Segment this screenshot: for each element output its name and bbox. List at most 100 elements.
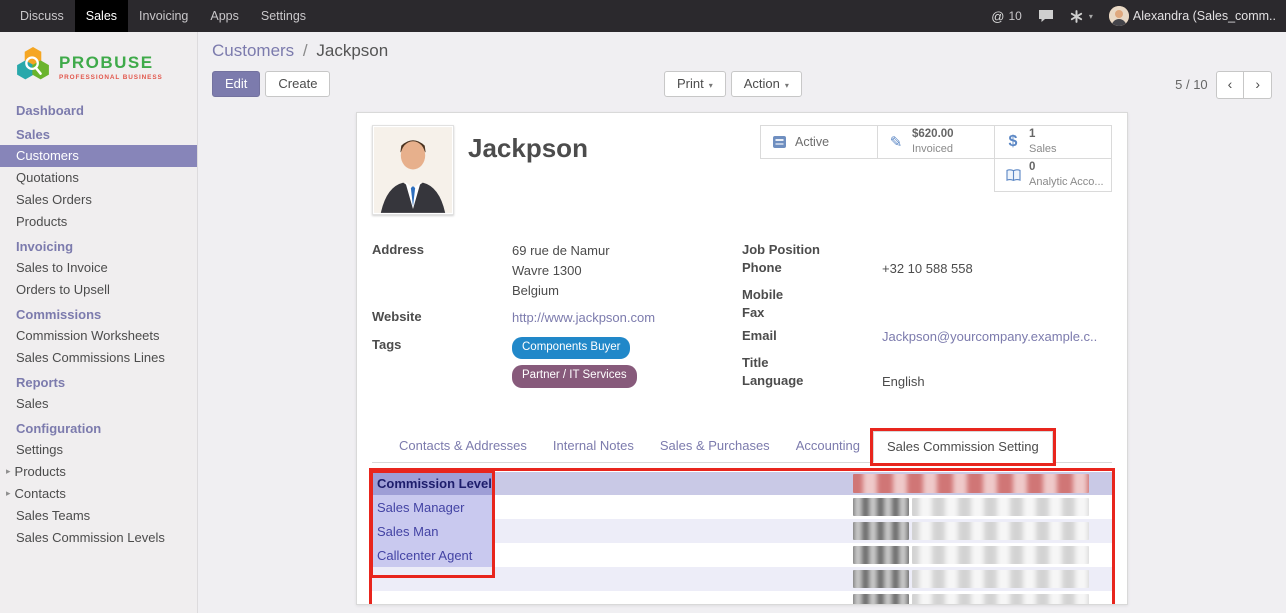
- invoiced-label: Invoiced: [912, 142, 954, 156]
- sidebar-item-sales-to-invoice[interactable]: Sales to Invoice: [0, 257, 197, 279]
- caret-down-icon: ▾: [709, 81, 713, 90]
- language-label: Language: [742, 372, 882, 392]
- chat-bubble-icon: [1038, 9, 1054, 23]
- pager-next-button[interactable]: ›: [1243, 71, 1272, 99]
- activities-button[interactable]: ▾: [1062, 0, 1101, 32]
- address-line-1: 69 rue de Namur: [512, 241, 610, 261]
- redacted-block: [853, 594, 909, 605]
- website-link[interactable]: http://www.jackpson.com: [512, 308, 655, 328]
- customer-photo[interactable]: [372, 125, 454, 215]
- invoiced-stat-button[interactable]: ✎ $620.00 Invoiced: [877, 125, 995, 159]
- pager-previous-button[interactable]: ‹: [1216, 71, 1245, 99]
- invoiced-pencil-icon: ✎: [887, 133, 905, 151]
- table-row-callcenter-agent[interactable]: Callcenter Agent: [372, 543, 1112, 567]
- mention-at-icon: @: [991, 9, 1004, 24]
- analytic-stat-button[interactable]: 0 Analytic Acco...: [994, 158, 1112, 192]
- redacted-block: [853, 474, 1089, 493]
- redacted-block: [912, 546, 1089, 564]
- customer-form-sheet: Jackpson Active ✎ $62: [356, 112, 1128, 605]
- sidebar-item-sales-orders[interactable]: Sales Orders: [0, 189, 197, 211]
- table-row-empty[interactable]: [372, 591, 1112, 605]
- sidebar-section-commissions[interactable]: Commissions: [0, 301, 197, 325]
- asterisk-icon: [1070, 10, 1083, 23]
- mobile-label: Mobile: [742, 286, 882, 302]
- print-label: Print: [677, 76, 704, 91]
- sidebar-item-products[interactable]: Products: [0, 211, 197, 233]
- sidebar-item-label: Products: [15, 464, 66, 479]
- address-line-2: Wavre 1300: [512, 261, 610, 281]
- menu-apps[interactable]: Apps: [199, 0, 250, 32]
- top-menus: Discuss Sales Invoicing Apps Settings: [0, 0, 317, 32]
- sidebar-section-reports[interactable]: Reports: [0, 369, 197, 393]
- menu-sales[interactable]: Sales: [75, 0, 128, 32]
- mention-count: 10: [1009, 9, 1022, 23]
- table-row-sales-manager[interactable]: Sales Manager: [372, 495, 1112, 519]
- edit-button[interactable]: Edit: [212, 71, 260, 97]
- menu-invoicing[interactable]: Invoicing: [128, 0, 199, 32]
- action-dropdown[interactable]: Action▾: [731, 71, 802, 97]
- tab-contacts-addresses[interactable]: Contacts & Addresses: [386, 431, 540, 462]
- commission-level-cell: [372, 567, 492, 591]
- mentions-button[interactable]: @ 10: [983, 0, 1030, 32]
- active-stat-button[interactable]: Active: [760, 125, 878, 159]
- sidebar-section-sales[interactable]: Sales: [0, 121, 197, 145]
- redacted-block: [912, 522, 1089, 540]
- print-dropdown[interactable]: Print ▾: [664, 71, 726, 97]
- sidebar-item-config-settings[interactable]: Settings: [0, 439, 197, 461]
- top-navbar: Discuss Sales Invoicing Apps Settings @ …: [0, 0, 1286, 32]
- redacted-block: [912, 498, 1089, 516]
- email-link[interactable]: Jackpson@yourcompany.example.c..: [882, 327, 1097, 347]
- menu-discuss[interactable]: Discuss: [9, 0, 75, 32]
- topbar-systray: @ 10 ▾ Alexandra (Sales_comm..: [983, 0, 1286, 32]
- sidebar-item-label: Contacts: [15, 486, 66, 501]
- title-label: Title: [742, 354, 882, 370]
- commission-level-cell: [372, 591, 492, 605]
- caret-down-icon: ▾: [1089, 12, 1093, 21]
- commission-level-cell: Sales Manager: [372, 495, 492, 519]
- redacted-block: [853, 498, 909, 516]
- sidebar-item-sales-teams[interactable]: Sales Teams: [0, 505, 197, 527]
- sidebar-item-customers[interactable]: Customers: [0, 145, 197, 167]
- sidebar-item-sales-commission-levels[interactable]: Sales Commission Levels: [0, 527, 197, 549]
- sidebar-section-dashboard[interactable]: Dashboard: [0, 97, 197, 121]
- column-header-commission-level: Commission Level: [372, 472, 492, 495]
- user-menu[interactable]: Alexandra (Sales_comm..: [1101, 0, 1284, 32]
- redacted-block: [853, 570, 909, 588]
- redacted-block: [853, 546, 909, 564]
- sidebar-section-configuration[interactable]: Configuration: [0, 415, 197, 439]
- user-avatar: [1109, 6, 1129, 26]
- tab-sales-purchases[interactable]: Sales & Purchases: [647, 431, 783, 462]
- sidebar-section-invoicing[interactable]: Invoicing: [0, 233, 197, 257]
- sidebar-item-commission-worksheets[interactable]: Commission Worksheets: [0, 325, 197, 347]
- sales-stat-button[interactable]: $ 1 Sales: [994, 125, 1112, 159]
- app-window: Discuss Sales Invoicing Apps Settings @ …: [0, 0, 1286, 613]
- create-button[interactable]: Create: [265, 71, 330, 97]
- action-label: Action: [744, 76, 780, 91]
- sidebar-item-sales-commissions-lines[interactable]: Sales Commissions Lines: [0, 347, 197, 369]
- sidebar-item-quotations[interactable]: Quotations: [0, 167, 197, 189]
- table-row-empty[interactable]: [372, 567, 1112, 591]
- active-stat-label: Active: [795, 134, 829, 150]
- tab-accounting[interactable]: Accounting: [783, 431, 873, 462]
- stat-buttons: Active ✎ $620.00 Invoiced $: [756, 125, 1112, 191]
- analytic-count-value: 0: [1029, 160, 1104, 175]
- table-row-sales-man[interactable]: Sales Man: [372, 519, 1112, 543]
- sidebar-item-sales-report[interactable]: Sales: [0, 393, 197, 415]
- probuse-logo[interactable]: PROBUSE PROFESSIONAL BUSINESS: [0, 32, 197, 97]
- commission-level-cell: Sales Man: [372, 519, 492, 543]
- sidebar-item-config-products[interactable]: ▸ Products: [0, 461, 197, 483]
- messages-button[interactable]: [1030, 0, 1062, 32]
- address-label: Address: [372, 241, 512, 301]
- menu-settings[interactable]: Settings: [250, 0, 317, 32]
- tab-internal-notes[interactable]: Internal Notes: [540, 431, 647, 462]
- sidebar-item-config-contacts[interactable]: ▸ Contacts: [0, 483, 197, 505]
- sidebar-item-orders-to-upsell[interactable]: Orders to Upsell: [0, 279, 197, 301]
- breadcrumb-separator: /: [303, 41, 308, 60]
- expand-caret-icon: ▸: [6, 488, 11, 499]
- analytic-book-icon: [1004, 169, 1022, 182]
- tab-sales-commission-setting[interactable]: Sales Commission Setting: [873, 431, 1053, 463]
- expand-caret-icon: ▸: [6, 466, 11, 477]
- email-label: Email: [742, 327, 882, 347]
- breadcrumb-customers-link[interactable]: Customers: [212, 41, 294, 60]
- tags-label: Tags: [372, 336, 512, 394]
